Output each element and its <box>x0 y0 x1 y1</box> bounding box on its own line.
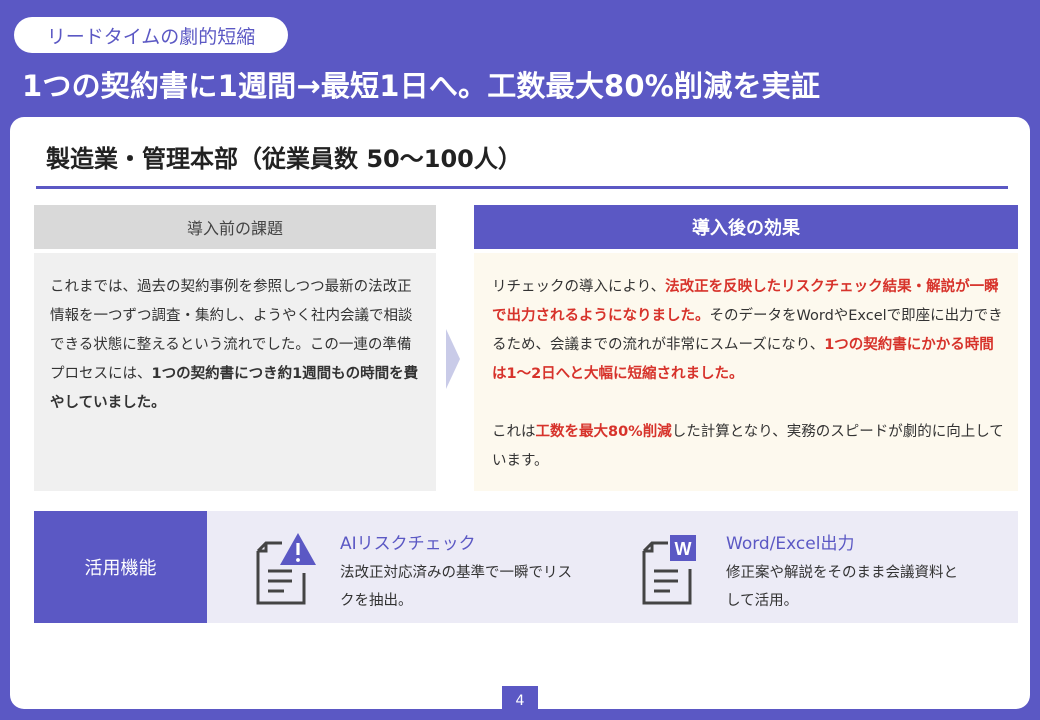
feature-description: 修正案や解説をそのまま会議資料として活用。 <box>726 565 958 609</box>
content-card: 製造業・管理本部（従業員数 50〜100人） 導入前の課題 これまでは、過去の契… <box>10 117 1030 709</box>
feature-word-excel-output: W Word/Excel出力 修正案や解説をそのまま会議資料として活用。 <box>634 511 1014 623</box>
after-paragraph-2: これは工数を最大80%削減した計算となり、実務のスピードが劇的に向上しています。 <box>492 418 1004 476</box>
title-divider <box>36 186 1008 189</box>
case-title: 製造業・管理本部（従業員数 50〜100人） <box>46 145 522 173</box>
after-text: リチェックの導入により、法改正を反映したリスクチェック結果・解説が一瞬で出力され… <box>474 253 1018 491</box>
feature-ai-risk-check: AIリスクチェック 法改正対応済みの基準で一瞬でリスクを抽出。 <box>248 511 588 623</box>
feature-title: AIリスクチェック <box>340 534 476 554</box>
arrow-right-icon <box>446 329 460 389</box>
before-heading: 導入前の課題 <box>34 205 436 249</box>
before-text: これまでは、過去の契約事例を参照しつつ最新の法改正情報を一つずつ調査・集約し、よ… <box>34 253 436 491</box>
feature-title: Word/Excel出力 <box>726 534 855 554</box>
after-text-normal: これは <box>492 424 536 440</box>
after-paragraph-1: リチェックの導入により、法改正を反映したリスクチェック結果・解説が一瞬で出力され… <box>492 273 1004 389</box>
after-text-highlight: 工数を最大80%削減 <box>535 424 672 440</box>
section-tag: リードタイムの劇的短縮 <box>14 17 288 53</box>
feature-description: 法改正対応済みの基準で一瞬でリスクを抽出。 <box>340 565 572 609</box>
page-number: 4 <box>502 686 538 716</box>
features-band: 活用機能 AIリスクチェック 法改正対応済みの基準で一瞬でリスクを抽出。 W W… <box>34 511 1018 623</box>
word-letter: W <box>675 539 692 559</box>
after-text-normal: リチェックの導入により、 <box>492 279 666 295</box>
word-document-icon: W <box>642 535 696 605</box>
features-label: 活用機能 <box>34 511 207 623</box>
after-heading: 導入後の効果 <box>474 205 1018 249</box>
page-headline: 1つの契約書に1週間→最短1日へ。工数最大80%削減を実証 <box>22 69 821 103</box>
document-warning-icon <box>256 533 316 605</box>
